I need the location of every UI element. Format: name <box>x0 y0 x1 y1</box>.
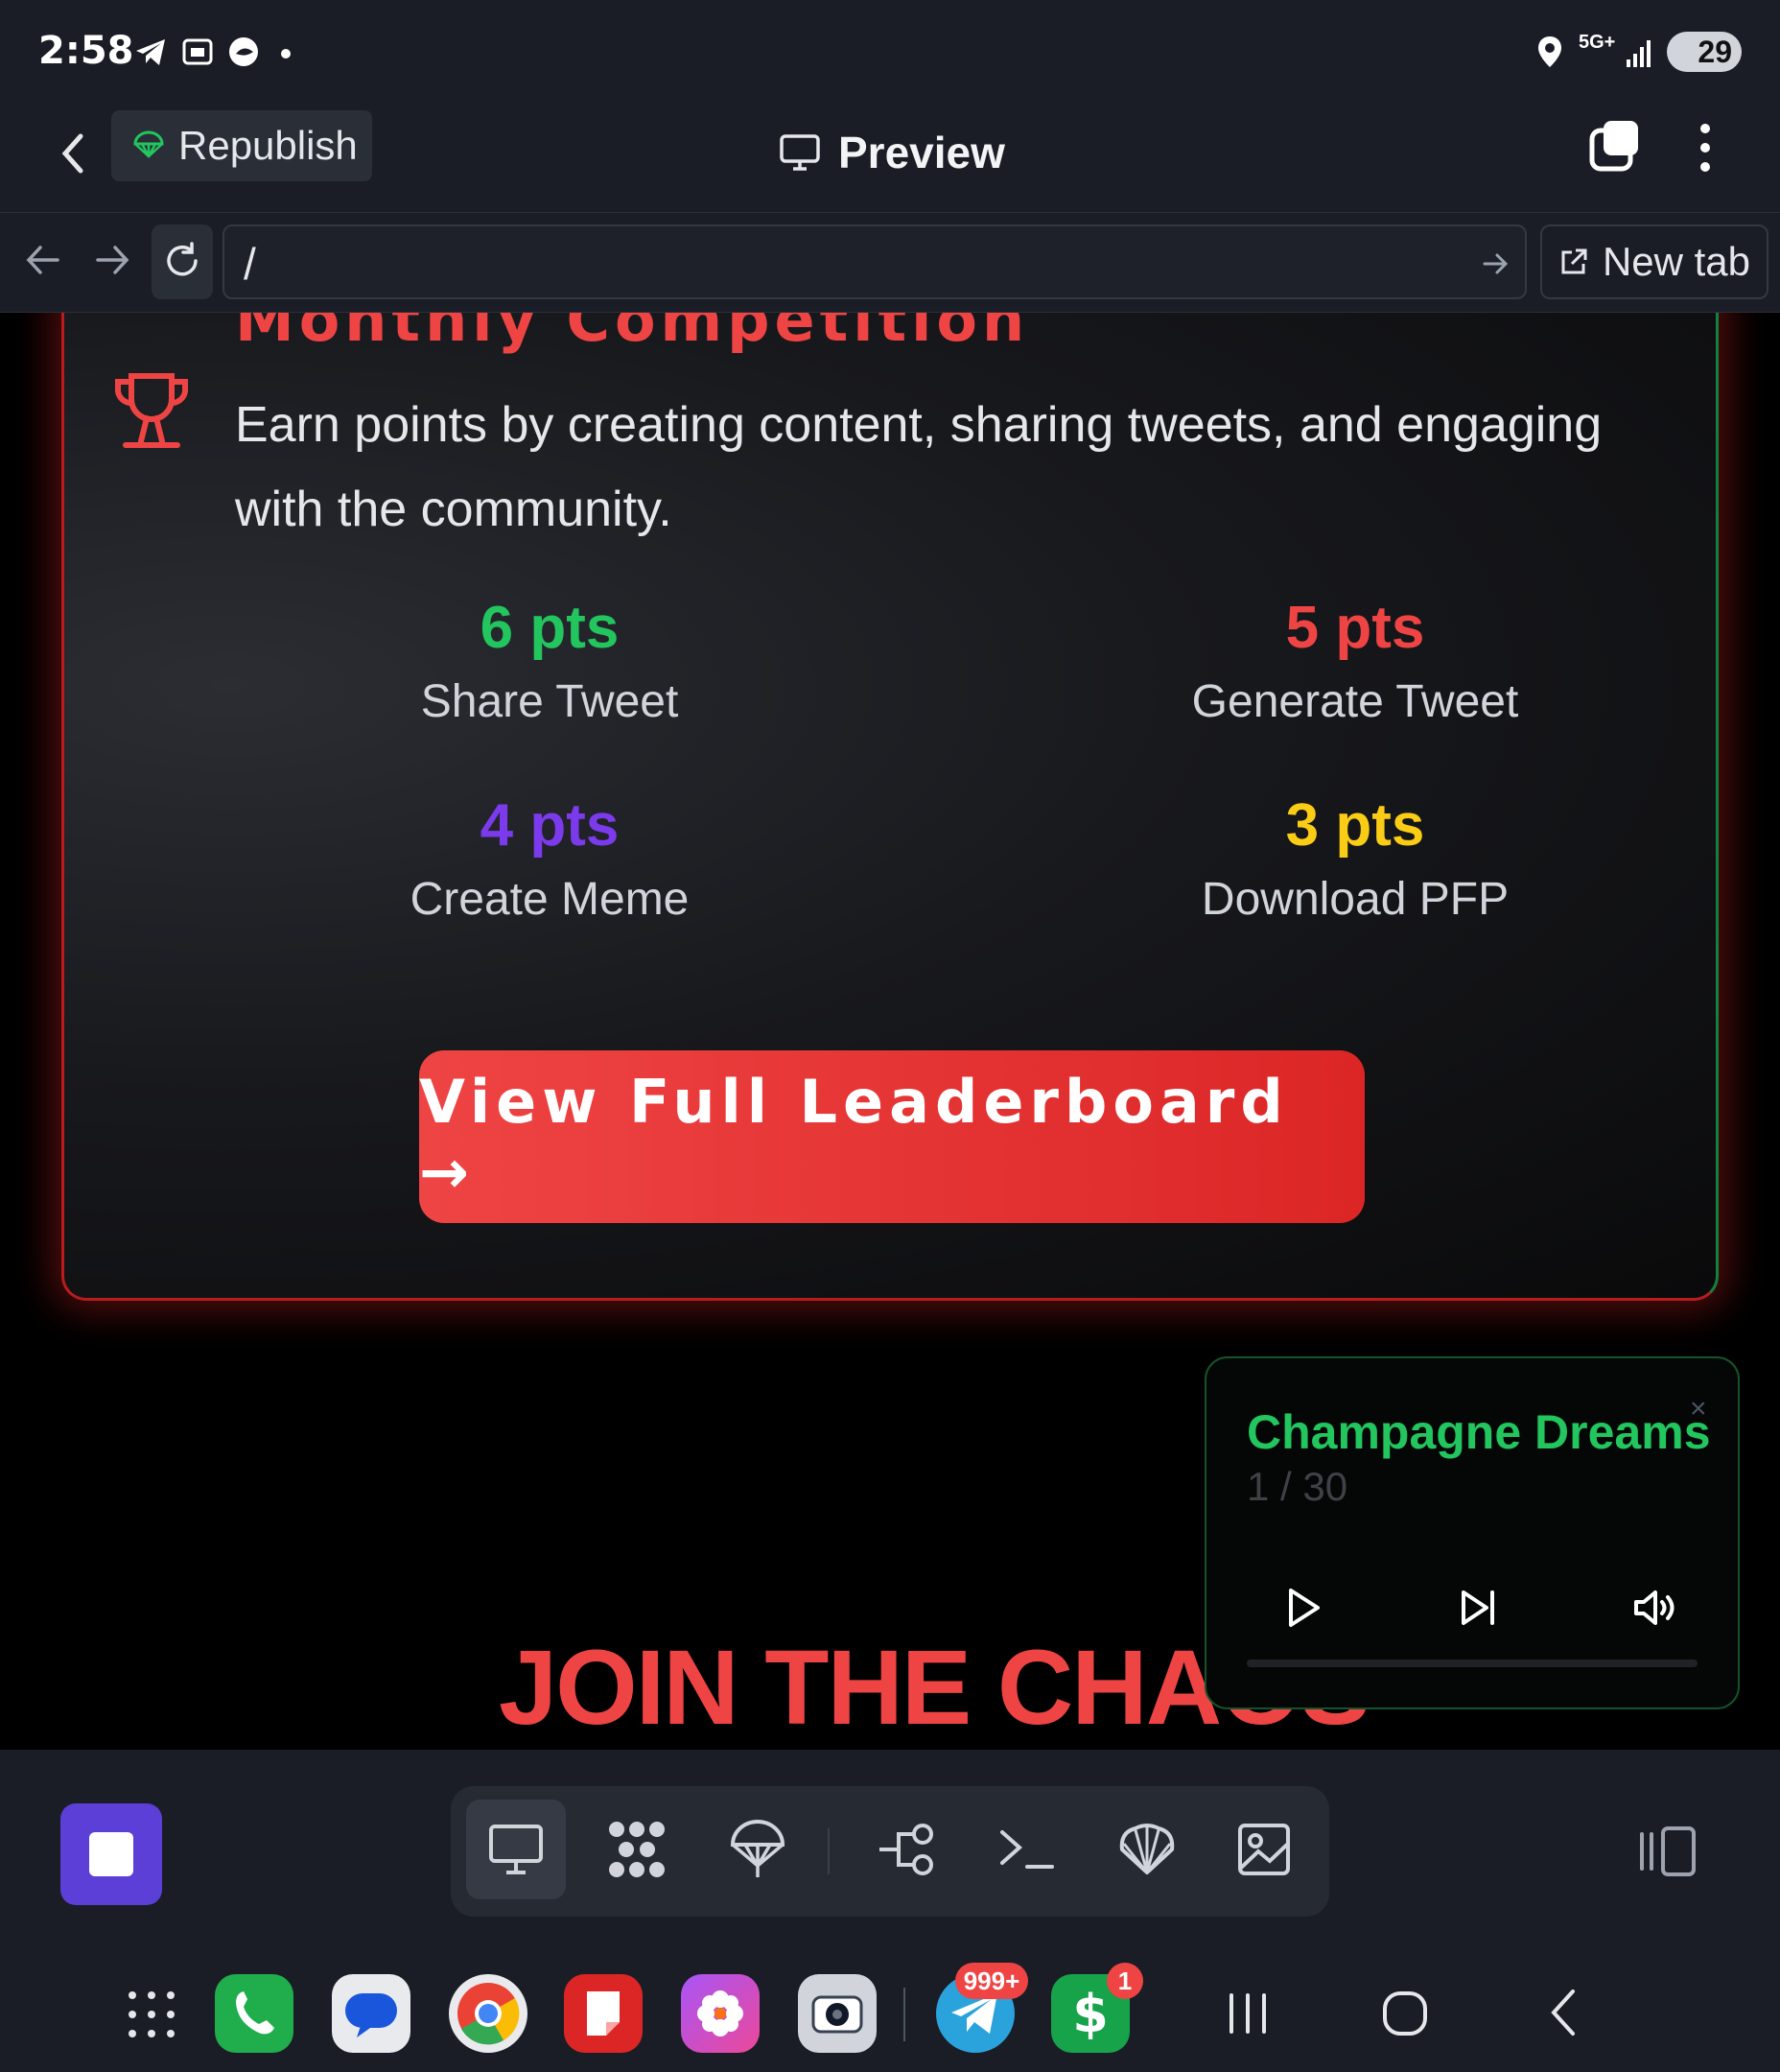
parachute-icon <box>133 130 164 158</box>
notes-app-icon[interactable] <box>564 1974 643 2053</box>
points-value: 5 pts <box>1285 595 1425 661</box>
tool-workflow[interactable] <box>857 1800 957 1899</box>
status-bar: 2:58 5G+ 29 <box>0 0 1780 106</box>
trophy-icon <box>115 373 188 448</box>
terminal-icon <box>1000 1830 1054 1869</box>
system-back-icon[interactable] <box>1544 1986 1582 2039</box>
image-icon <box>1238 1824 1290 1875</box>
new-tab-label: New tab <box>1602 239 1751 284</box>
points-value: 3 pts <box>1285 792 1425 859</box>
stop-icon <box>89 1832 133 1876</box>
points-label: Download PFP <box>1201 874 1510 925</box>
bottom-dock <box>0 1750 1780 1943</box>
points-item-share-tweet: 6 pts Share Tweet <box>252 594 847 728</box>
tabs-switcher-icon[interactable] <box>1588 119 1642 173</box>
telegram-notification-icon <box>136 39 165 65</box>
points-label: Share Tweet <box>420 676 679 727</box>
track-progress-bar[interactable] <box>1247 1660 1698 1667</box>
app-notification-icon <box>229 37 258 66</box>
desktop-icon <box>489 1825 543 1874</box>
reload-icon <box>167 242 198 276</box>
tool-assets[interactable] <box>1214 1800 1314 1899</box>
location-icon <box>1538 36 1561 67</box>
competition-title: Monthly Competition <box>235 313 1030 355</box>
tool-separator <box>828 1828 830 1874</box>
nav-forward-icon[interactable] <box>92 236 134 284</box>
system-nav-bar: 999+ $ 1 <box>0 1938 1780 2072</box>
competition-description: Earn points by creating content, sharing… <box>235 397 1603 537</box>
more-notifications-dot-icon <box>281 49 291 59</box>
tool-group <box>451 1786 1329 1917</box>
points-item-create-meme: 4 pts Create Meme <box>252 791 847 926</box>
more-options-icon[interactable] <box>1690 121 1721 175</box>
stop-button[interactable] <box>60 1803 162 1905</box>
new-tab-button[interactable]: New tab <box>1540 224 1768 299</box>
monitor-icon <box>780 134 820 171</box>
nav-back-icon[interactable] <box>21 236 63 284</box>
status-time: 2:58 <box>38 29 134 73</box>
network-type-label: 5G+ <box>1579 32 1616 53</box>
home-icon[interactable] <box>1381 1986 1429 2039</box>
app-drawer-icon[interactable] <box>127 1990 176 2039</box>
track-title: Champagne Dreams <box>1247 1405 1711 1459</box>
url-bar: / New tab <box>0 213 1780 313</box>
app-bar: Republish Preview <box>0 106 1780 213</box>
telegram-badge: 999+ <box>955 1963 1028 1999</box>
tool-preview[interactable] <box>466 1800 566 1899</box>
phone-app-icon[interactable] <box>215 1974 293 2053</box>
external-link-icon <box>1561 248 1587 274</box>
reload-button[interactable] <box>152 224 213 299</box>
back-arrow-icon[interactable] <box>54 125 92 182</box>
preview-title: Preview <box>779 119 1005 186</box>
tool-publish[interactable] <box>708 1800 808 1899</box>
points-item-download-pfp: 3 pts Download PFP <box>1058 791 1652 926</box>
tool-secrets[interactable] <box>1097 1800 1197 1899</box>
gallery-app-icon[interactable] <box>681 1974 760 2053</box>
republish-label: Republish <box>178 123 358 168</box>
points-label: Create Meme <box>410 874 690 925</box>
preview-label: Preview <box>838 128 1005 177</box>
battery-indicator: 29 <box>1667 32 1742 72</box>
apps-grid-icon <box>609 1822 665 1877</box>
track-counter: 1 / 30 <box>1247 1464 1348 1509</box>
chrome-app-icon[interactable] <box>449 1974 527 2053</box>
screenshot-notification-icon <box>182 38 213 65</box>
messages-app-icon[interactable] <box>332 1974 410 2053</box>
republish-button[interactable]: Republish <box>111 110 372 181</box>
points-value: 4 pts <box>480 792 620 859</box>
volume-icon[interactable] <box>1627 1579 1684 1636</box>
workflow-icon <box>879 1824 933 1875</box>
web-preview-content: Monthly Competition Earn points by creat… <box>0 313 1780 1750</box>
recents-icon[interactable] <box>1224 1988 1272 2039</box>
skip-next-icon[interactable] <box>1450 1579 1508 1636</box>
play-icon[interactable] <box>1274 1579 1331 1636</box>
music-player: Champagne Dreams 1 / 30 × <box>1205 1356 1740 1709</box>
parachute-icon <box>730 1820 785 1877</box>
cash-badge: 1 <box>1107 1963 1143 1999</box>
url-input[interactable]: / <box>222 224 1527 299</box>
signal-strength-icon <box>1627 40 1651 67</box>
close-player-button[interactable]: × <box>1690 1393 1707 1425</box>
points-label: Generate Tweet <box>1191 676 1519 727</box>
points-value: 6 pts <box>480 595 620 661</box>
go-arrow-icon[interactable] <box>1481 247 1510 280</box>
points-item-generate-tweet: 5 pts Generate Tweet <box>1058 594 1652 728</box>
split-view-icon[interactable] <box>1636 1823 1699 1880</box>
tool-apps[interactable] <box>587 1800 687 1899</box>
url-text: / <box>244 239 256 289</box>
tool-shell[interactable] <box>976 1800 1076 1899</box>
competition-card: Monthly Competition Earn points by creat… <box>61 313 1719 1301</box>
shell-icon <box>1119 1824 1175 1874</box>
view-leaderboard-button[interactable]: View Full Leaderboard → <box>419 1050 1365 1223</box>
svg-text:$: $ <box>1072 1984 1109 2044</box>
camera-app-icon[interactable] <box>798 1974 877 2053</box>
recent-apps-separator <box>903 1988 905 2041</box>
